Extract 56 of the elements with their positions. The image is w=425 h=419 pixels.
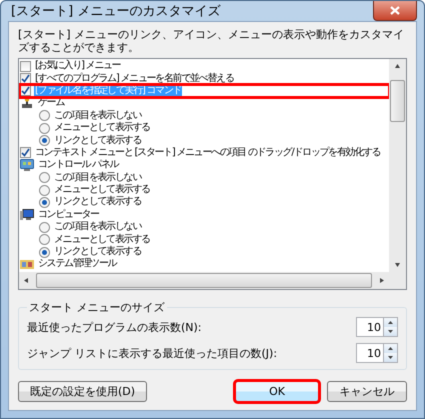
window-title: [スタート] メニューのカスタマイズ xyxy=(10,3,220,20)
radio-label[interactable]: この項目を表示しない xyxy=(53,221,142,234)
scroll-left-icon[interactable] xyxy=(23,277,30,284)
checkbox[interactable] xyxy=(20,73,31,84)
scroll-down-icon[interactable] xyxy=(394,261,401,268)
scroll-right-icon[interactable] xyxy=(378,277,385,284)
radio-button[interactable] xyxy=(39,196,50,208)
radio-label[interactable]: リンクとして表示する xyxy=(53,246,142,258)
checkbox[interactable] xyxy=(20,147,31,158)
category-label: システム管理ツール xyxy=(37,258,118,270)
radio-button[interactable] xyxy=(39,184,50,196)
radio-button[interactable] xyxy=(39,246,50,258)
dialog-button[interactable]: キャンセル xyxy=(327,381,407,402)
spin-up-button[interactable] xyxy=(384,344,397,353)
joystick-icon xyxy=(20,97,34,110)
vertical-scrollbar[interactable] xyxy=(389,59,406,272)
radio-label[interactable]: リンクとして表示する xyxy=(53,196,142,208)
category-label: コンピューター xyxy=(37,208,100,220)
field-label: ジャンプ リストに表示する最近使った項目の数(J): xyxy=(27,346,278,360)
number-field[interactable]: 10 xyxy=(356,343,384,363)
spin-down-button[interactable] xyxy=(384,353,397,362)
radio-label[interactable]: メニューとして表示する xyxy=(53,184,151,196)
dialog-button[interactable]: 既定の設定を使用(D) xyxy=(18,381,147,402)
close-button[interactable] xyxy=(373,1,417,21)
radio-label[interactable]: メニューとして表示する xyxy=(53,234,151,246)
spin-down-button[interactable] xyxy=(384,327,397,336)
group-title: スタート メニューのサイズ xyxy=(28,300,166,315)
dialog-button[interactable]: OK xyxy=(235,381,319,402)
computer-icon xyxy=(20,208,34,221)
horizontal-scrollbar[interactable] xyxy=(19,272,389,289)
number-field[interactable]: 10 xyxy=(356,317,384,337)
radio-label[interactable]: この項目を表示しない xyxy=(53,172,142,184)
checkbox[interactable] xyxy=(20,85,31,96)
description-text: [スタート] メニューのリンク、アイコン、メニューの表示や動作をカスタマイズすることができます。 xyxy=(18,28,406,54)
scroll-up-icon[interactable] xyxy=(394,63,401,70)
radio-button[interactable] xyxy=(39,222,50,233)
radio-label[interactable]: メニューとして表示する xyxy=(53,122,151,134)
control-panel-icon xyxy=(20,159,34,172)
category-label: コントロール パネル xyxy=(37,159,120,172)
radio-button[interactable] xyxy=(39,135,50,146)
radio-button[interactable] xyxy=(39,172,50,184)
scrollbar-thumb[interactable] xyxy=(390,80,405,122)
checkbox[interactable] xyxy=(20,60,31,72)
close-icon xyxy=(390,6,400,15)
field-label: 最近使ったプログラムの表示数(N): xyxy=(27,320,202,334)
radio-button[interactable] xyxy=(39,110,50,122)
option-label[interactable]: コンテキスト メニューと [スタート] メニューへの項目 のドラッグ/ドロップを有効化する xyxy=(34,146,382,159)
option-label[interactable]: [すべてのプログラム] メニューを名前で並べ替える xyxy=(34,72,234,85)
scrollbar-thumb[interactable] xyxy=(36,273,372,288)
radio-button[interactable] xyxy=(39,122,50,134)
radio-label[interactable]: この項目を表示しない xyxy=(53,110,142,122)
option-label[interactable]: [お気に入り] メニュー xyxy=(34,60,122,72)
tools-folder-icon xyxy=(20,258,34,270)
radio-button[interactable] xyxy=(39,234,50,246)
radio-label[interactable]: リンクとして表示する xyxy=(53,134,142,147)
spin-up-button[interactable] xyxy=(384,318,397,327)
